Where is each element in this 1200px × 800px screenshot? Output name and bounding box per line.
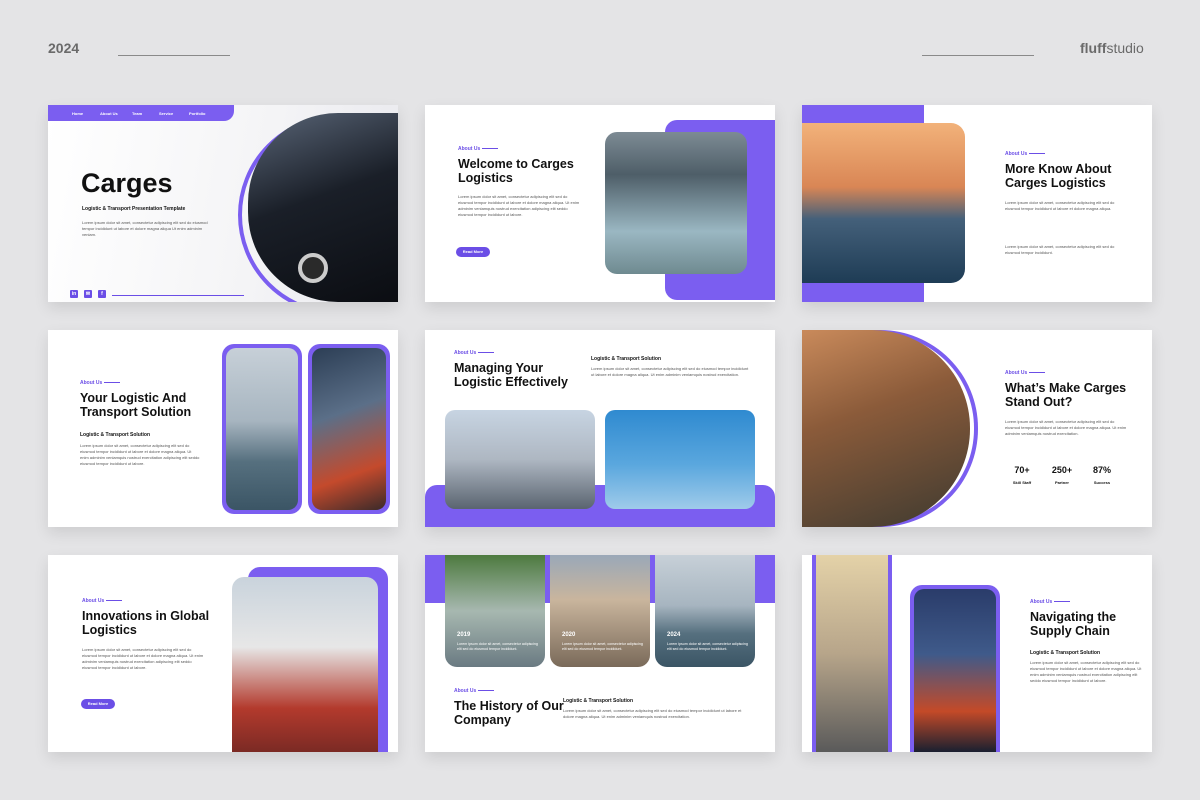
stat-value: 87% xyxy=(1092,465,1111,475)
year-text: Lorem ipsum dolor sit amet, consectetur … xyxy=(667,642,748,652)
nav-home[interactable]: Home xyxy=(72,111,83,116)
nav-team[interactable]: Team xyxy=(132,111,142,116)
cover-subtitle: Logistic & Transport Presentation Templa… xyxy=(82,206,186,212)
year-2020: 2020 xyxy=(562,632,576,638)
slide-solution[interactable]: About Us Your Logistic And Transport Sol… xyxy=(48,330,398,527)
slide-more-know[interactable]: About Us More Know About Carges Logistic… xyxy=(802,105,1152,302)
slide-body-2: Lorem ipsum dolor sit amet, consectetur … xyxy=(1005,244,1115,255)
linkedin-icon[interactable]: in xyxy=(70,290,78,298)
year-2024: 2024 xyxy=(667,632,681,638)
slide-body: Lorem ipsum dolor sit amet, consectetur … xyxy=(563,708,742,719)
brand-light: studio xyxy=(1106,40,1144,56)
stat-value: 70+ xyxy=(1014,465,1030,475)
stat-value: 250+ xyxy=(1051,465,1073,475)
kicker-line xyxy=(1029,153,1045,154)
slide-body: Lorem ipsum dolor sit amet, consectetur … xyxy=(1005,419,1127,436)
read-more-button[interactable]: Read More xyxy=(81,699,115,709)
slide-subtitle: Logistic & Transport Solution xyxy=(80,432,150,438)
slide-body: Lorem ipsum dolor sit amet, consectetur … xyxy=(458,194,580,217)
header-divider-right xyxy=(922,55,1034,56)
about-us-label: About Us xyxy=(80,380,103,386)
slide-managing[interactable]: About Us Managing Your Logistic Effectiv… xyxy=(425,330,775,527)
slide-title: What’s Make Carges Stand Out? xyxy=(1005,381,1127,409)
slide-innovations[interactable]: About Us Innovations in Global Logistics… xyxy=(48,555,398,752)
year-2019: 2019 xyxy=(457,632,471,638)
cover-body: Lorem ipsum dolor sit amet, consectetur … xyxy=(82,220,208,237)
kicker-line xyxy=(1054,601,1070,602)
kicker-line xyxy=(478,352,494,353)
harbor-night-image xyxy=(914,589,996,752)
about-us-label: About Us xyxy=(82,598,105,604)
airplane-image xyxy=(605,410,755,509)
slide-cover[interactable]: Home About Us Team Service Portfolio Car… xyxy=(48,105,398,302)
warehouse-image xyxy=(605,132,747,274)
ship-sunset-image xyxy=(802,123,965,283)
brand-bold: fluff xyxy=(1080,40,1107,56)
nav-service[interactable]: Service xyxy=(159,111,173,116)
about-us-label: About Us xyxy=(454,688,477,694)
kicker-line xyxy=(478,690,494,691)
slide-standout[interactable]: About Us What’s Make Carges Stand Out? L… xyxy=(802,330,1152,527)
year-text: Lorem ipsum dolor sit amet, consectetur … xyxy=(562,642,643,652)
facebook-icon[interactable]: f xyxy=(98,290,106,298)
slide-title: The History of Our Company xyxy=(454,699,564,727)
kicker-line xyxy=(1029,372,1045,373)
wheel-shape xyxy=(298,253,328,283)
kicker-line xyxy=(106,600,122,601)
port-cranes-image xyxy=(232,577,378,752)
trucks-dock-image xyxy=(816,555,888,752)
about-us-label: About Us xyxy=(1005,370,1028,376)
stat-label: Skill Staff xyxy=(1012,480,1032,485)
slide-title: Managing Your Logistic Effectively xyxy=(454,361,568,389)
nav-about[interactable]: About Us xyxy=(100,111,118,116)
containers-image xyxy=(312,348,386,510)
slide-title: Your Logistic And Transport Solution xyxy=(80,391,192,419)
slide-subtitle: Logistic & Transport Solution xyxy=(563,698,633,704)
slide-welcome[interactable]: About Us Welcome to Carges Logistics Lor… xyxy=(425,105,775,302)
cover-title: Carges xyxy=(81,168,173,198)
slide-body: Lorem ipsum dolor sit amet, consectetur … xyxy=(591,366,749,377)
slide-body: Lorem ipsum dolor sit amet, consectetur … xyxy=(80,443,200,466)
slide-body: Lorem ipsum dolor sit amet, consectetur … xyxy=(1005,200,1115,211)
slide-title: Navigating the Supply Chain xyxy=(1030,610,1117,638)
slide-subtitle: Logistic & Transport Solution xyxy=(591,356,661,362)
year-label: 2024 xyxy=(48,40,80,56)
stat-label: Success xyxy=(1093,480,1111,485)
year-text: Lorem ipsum dolor sit amet, consectetur … xyxy=(457,642,538,652)
mail-icon[interactable]: ✉ xyxy=(84,290,92,298)
about-us-label: About Us xyxy=(458,146,481,152)
slide-body: Lorem ipsum dolor sit amet, consectetur … xyxy=(1030,660,1142,683)
slide-history[interactable]: 2019 Lorem ipsum dolor sit amet, consect… xyxy=(425,555,775,752)
stat-label: Partner xyxy=(1054,480,1069,485)
slide-subtitle: Logistic & Transport Solution xyxy=(1030,650,1100,656)
ship-sea-image xyxy=(226,348,298,510)
footer-divider xyxy=(112,295,244,296)
slide-title: Innovations in Global Logistics xyxy=(82,609,210,637)
kicker-line xyxy=(104,382,120,383)
about-us-label: About Us xyxy=(454,350,477,356)
about-us-label: About Us xyxy=(1005,151,1028,157)
brand-logo: fluffstudio xyxy=(1080,40,1144,56)
header-divider-left xyxy=(118,55,230,56)
slide-title: Welcome to Carges Logistics xyxy=(458,157,574,185)
read-more-button[interactable]: Read More xyxy=(456,247,490,257)
kicker-line xyxy=(482,148,498,149)
slide-title: More Know About Carges Logistics xyxy=(1005,162,1112,190)
slide-supply-chain[interactable]: About Us Navigating the Supply Chain Log… xyxy=(802,555,1152,752)
about-us-label: About Us xyxy=(1030,599,1053,605)
nav-portfolio[interactable]: Portfolio xyxy=(189,111,205,116)
trucks-image xyxy=(445,410,595,509)
slide-body: Lorem ipsum dolor sit amet, consectetur … xyxy=(82,647,204,670)
